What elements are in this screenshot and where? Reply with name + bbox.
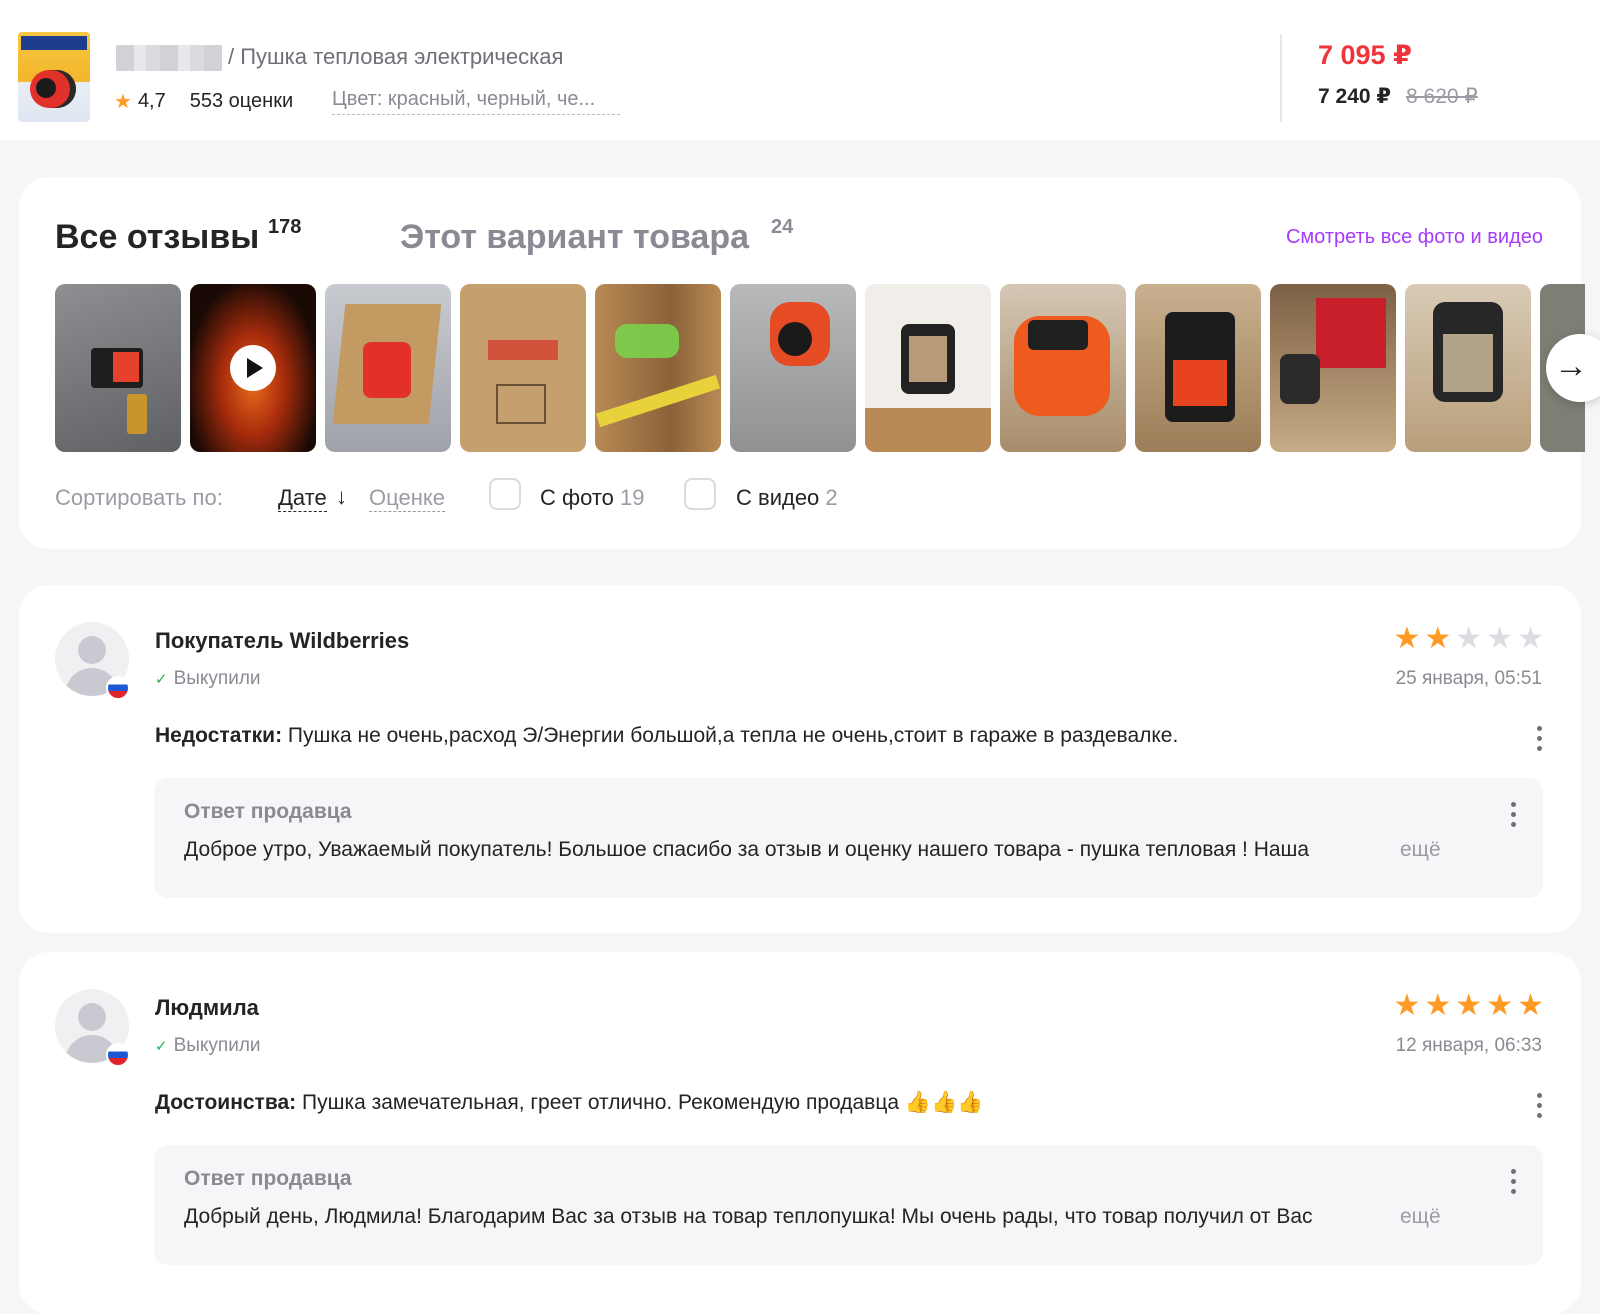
- play-icon[interactable]: [230, 345, 276, 391]
- star-icon: ★: [1455, 622, 1483, 655]
- sort-by-date[interactable]: Дате: [278, 485, 327, 512]
- show-more-link[interactable]: ещё: [1400, 838, 1441, 862]
- review-photo[interactable]: [865, 284, 991, 452]
- photo-filter-checkbox[interactable]: [489, 478, 521, 510]
- color-selector[interactable]: Цвет: красный, черный, че...: [332, 88, 620, 115]
- show-more-link[interactable]: ещё: [1400, 1205, 1441, 1229]
- tab-all-reviews-count: 178: [268, 216, 302, 238]
- product-title[interactable]: / Пушка тепловая электрическая: [228, 44, 563, 70]
- more-options-icon[interactable]: [1509, 802, 1517, 832]
- review-text-body: Пушка не очень,расход Э/Энергии большой,…: [287, 724, 1179, 747]
- star-icon: ★: [1517, 622, 1544, 655]
- product-rating: ★ 4,7 553 оценки: [114, 88, 293, 114]
- header-divider: [1280, 34, 1282, 122]
- review-photo[interactable]: [1135, 284, 1261, 452]
- price-current: 7 095 ₽: [1318, 40, 1412, 70]
- ratings-count: 553 оценки: [189, 89, 294, 112]
- seller-answer-title: Ответ продавца: [184, 800, 352, 823]
- arrow-down-icon: ↓: [336, 484, 347, 509]
- review-photo[interactable]: [1000, 284, 1126, 452]
- seller-answer-title: Ответ продавца: [184, 1167, 352, 1190]
- star-icon: ★: [1517, 989, 1544, 1022]
- star-icon: ★: [1424, 622, 1452, 655]
- reviewer-name: Людмила: [155, 995, 259, 1020]
- price-wallet: 7 240 ₽: [1318, 85, 1391, 108]
- seller-answer-text: Добрый день, Людмила! Благодарим Вас за …: [184, 1205, 1313, 1228]
- purchase-status: ✓ Выкупили: [155, 668, 261, 690]
- more-options-icon[interactable]: [1535, 726, 1543, 756]
- photo-filter-label[interactable]: С фото 19: [540, 485, 645, 511]
- sort-label: Сортировать по:: [55, 485, 223, 510]
- tab-all-reviews[interactable]: Все отзывы: [55, 218, 259, 257]
- review-photo[interactable]: [595, 284, 721, 452]
- star-icon: ★: [1455, 989, 1483, 1022]
- star-icon: ★: [1486, 989, 1514, 1022]
- review-photo[interactable]: [460, 284, 586, 452]
- review-stars: ★ ★ ★ ★ ★: [1393, 991, 1544, 1021]
- purchase-status-text: Выкупили: [173, 668, 261, 689]
- review-text: Достоинства: Пушка замечательная, греет …: [155, 1091, 983, 1115]
- product-thumbnail[interactable]: [18, 32, 90, 122]
- see-all-media-link[interactable]: Смотреть все фото и видео: [1286, 226, 1543, 249]
- tab-this-variant[interactable]: Этот вариант товара: [400, 218, 749, 257]
- video-filter-label[interactable]: С видео 2: [736, 485, 838, 511]
- video-filter-text: С видео: [736, 485, 820, 510]
- star-icon: ★: [1393, 622, 1421, 655]
- star-icon: ★: [1486, 622, 1514, 655]
- review-text-label: Недостатки:: [155, 724, 283, 747]
- star-icon: ★: [1424, 989, 1452, 1022]
- review-text-body: Пушка замечательная, греет отлично. Реко…: [302, 1091, 984, 1114]
- reviewer-name: Покупатель Wildberries: [155, 628, 410, 653]
- review-video[interactable]: [190, 284, 316, 452]
- more-options-icon[interactable]: [1509, 1169, 1517, 1199]
- rating-value: 4,7: [137, 89, 166, 112]
- review-text: Недостатки: Пушка не очень,расход Э/Энер…: [155, 724, 1178, 748]
- review-date: 12 января, 06:33: [1395, 1035, 1542, 1056]
- sort-by-rating[interactable]: Оценке: [369, 485, 445, 512]
- review-date: 25 января, 05:51: [1395, 668, 1542, 689]
- review-text-label: Достоинства:: [155, 1091, 297, 1114]
- russia-flag-icon: [106, 676, 130, 700]
- review-photo[interactable]: [55, 284, 181, 452]
- product-header: / Пушка тепловая электрическая ★ 4,7 553…: [0, 0, 1600, 140]
- review-stars: ★ ★ ★ ★ ★: [1393, 624, 1544, 654]
- tab-this-variant-count: 24: [771, 216, 794, 238]
- photo-filter-text: С фото: [540, 485, 614, 510]
- star-icon: ★: [114, 90, 132, 113]
- check-icon: ✓: [155, 671, 168, 688]
- check-icon: ✓: [155, 1038, 168, 1055]
- price-old: 8 620 ₽: [1406, 85, 1478, 108]
- purchase-status-text: Выкупили: [173, 1035, 261, 1056]
- review-photo[interactable]: [1405, 284, 1531, 452]
- brand-name-blurred[interactable]: [116, 45, 222, 71]
- review-photo[interactable]: [1270, 284, 1396, 452]
- more-options-icon[interactable]: [1535, 1093, 1543, 1123]
- review-photo[interactable]: [325, 284, 451, 452]
- seller-answer-text: Доброе утро, Уважаемый покупатель! Больш…: [184, 838, 1310, 861]
- photo-filter-count: 19: [620, 485, 645, 510]
- seller-answer: Ответ продавца Добрый день, Людмила! Бла…: [154, 1145, 1543, 1265]
- video-filter-count: 2: [825, 485, 838, 510]
- seller-answer: Ответ продавца Доброе утро, Уважаемый по…: [154, 778, 1543, 898]
- russia-flag-icon: [106, 1043, 130, 1067]
- purchase-status: ✓ Выкупили: [155, 1035, 261, 1057]
- arrow-right-icon: →: [1554, 347, 1588, 385]
- star-icon: ★: [1393, 989, 1421, 1022]
- review-photo[interactable]: [730, 284, 856, 452]
- media-strip: [55, 284, 1585, 454]
- video-filter-checkbox[interactable]: [684, 478, 716, 510]
